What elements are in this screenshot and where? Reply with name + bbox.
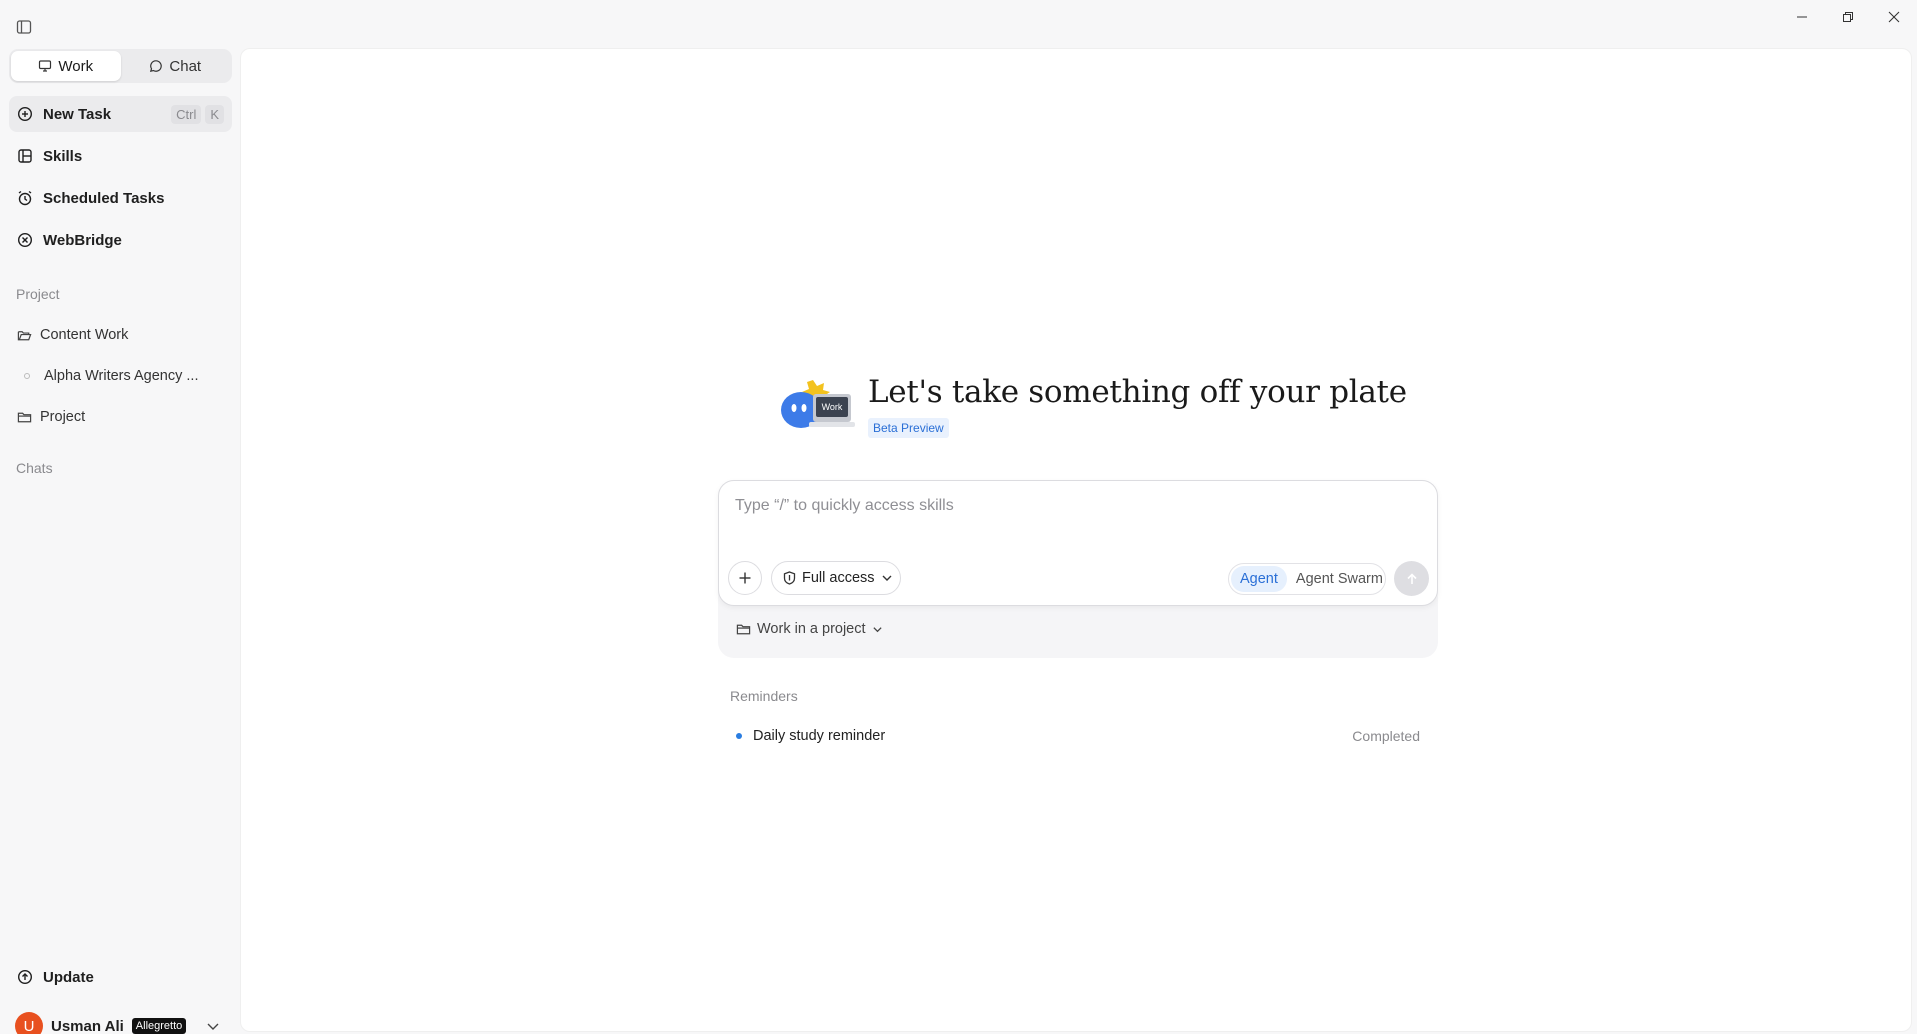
reminder-item[interactable]: Daily study reminder Completed <box>730 721 1430 751</box>
task-input[interactable] <box>735 493 1415 519</box>
user-menu[interactable]: U Usman Ali Allegretto <box>9 1006 232 1034</box>
alarm-clock-icon <box>18 190 32 206</box>
plus-icon <box>739 572 751 584</box>
tab-work[interactable]: Work <box>11 51 121 81</box>
monitor-icon <box>39 60 52 72</box>
project-item-label: Content Work <box>40 327 129 343</box>
mode-agent-swarm[interactable]: Agent Swarm <box>1287 566 1392 592</box>
project-item-alpha-writers[interactable]: Alpha Writers Agency ... <box>9 360 232 392</box>
close-button[interactable] <box>1871 0 1917 34</box>
scheduled-tasks-label: Scheduled Tasks <box>43 189 165 207</box>
beta-badge: Beta Preview <box>868 418 949 438</box>
webbridge-icon <box>17 232 33 248</box>
reminder-status: Completed <box>1352 728 1420 744</box>
skills-label: Skills <box>43 147 83 165</box>
sidebar-item-webbridge[interactable]: WebBridge <box>9 222 232 258</box>
new-task-label: New Task <box>43 105 112 123</box>
attach-button[interactable] <box>728 561 762 595</box>
work-mascot-icon: Work <box>781 380 855 428</box>
sidebar-panel-icon <box>16 20 32 34</box>
project-item-label: Alpha Writers Agency ... <box>44 368 199 384</box>
restore-icon <box>1843 12 1853 22</box>
folder-icon <box>736 624 751 634</box>
user-name: Usman Ali <box>51 1017 124 1034</box>
mode-agent[interactable]: Agent <box>1231 566 1287 592</box>
folder-icon <box>17 412 32 422</box>
chevron-down-icon <box>882 575 892 581</box>
tab-chat-label: Chat <box>169 57 202 75</box>
project-selector[interactable]: Work in a project <box>736 621 883 637</box>
agent-mode-switch: Agent Agent Swarm <box>1228 563 1386 595</box>
reminders-heading: Reminders <box>730 688 798 704</box>
avatar: U <box>15 1012 43 1034</box>
reminder-title: Daily study reminder <box>753 728 886 744</box>
upload-circle-icon <box>17 969 33 985</box>
project-item-project[interactable]: Project <box>9 401 232 433</box>
page-title: Let's take something off your plate <box>868 374 1407 410</box>
mascot-label: Work <box>822 402 843 412</box>
update-button[interactable]: Update <box>9 959 232 995</box>
shortcut-key-ctrl: Ctrl <box>171 104 202 124</box>
tab-chat[interactable]: Chat <box>121 51 231 81</box>
chevron-down-icon <box>207 1023 219 1030</box>
sidebar-toggle-button[interactable] <box>14 17 34 37</box>
mode-toggle: Work Chat <box>9 49 232 83</box>
status-dot-icon <box>736 733 742 739</box>
project-item-label: Project <box>40 409 86 425</box>
shortcut-key-k: K <box>205 104 224 124</box>
project-item-content-work[interactable]: Content Work <box>9 319 232 351</box>
shortcut-hint: Ctrl K <box>171 104 224 124</box>
update-label: Update <box>43 968 94 986</box>
close-icon <box>1888 11 1900 23</box>
plus-circle-icon <box>17 106 33 122</box>
webbridge-label: WebBridge <box>43 231 122 249</box>
sidebar: Work Chat New Task Ctrl K Skills Schedul… <box>0 40 240 1034</box>
new-task-button[interactable]: New Task Ctrl K <box>9 96 232 132</box>
arrow-up-icon <box>1406 572 1417 584</box>
window-controls <box>1779 0 1917 34</box>
composer-container: Full access Agent Agent Swarm Work in a … <box>718 480 1438 658</box>
access-label: Full access <box>802 570 875 586</box>
plan-badge: Allegretto <box>131 1018 187 1034</box>
send-button[interactable] <box>1394 561 1429 596</box>
chats-section-label: Chats <box>16 460 53 476</box>
restore-button[interactable] <box>1825 0 1871 34</box>
main-panel: Work Let's take something off your plate… <box>240 48 1912 1032</box>
tab-work-label: Work <box>58 57 94 75</box>
minimize-button[interactable] <box>1779 0 1825 34</box>
folder-open-icon <box>17 330 32 340</box>
project-section-label: Project <box>16 286 60 302</box>
dot-icon <box>24 373 30 379</box>
access-dropdown[interactable]: Full access <box>771 561 901 595</box>
chat-bubble-icon <box>150 60 163 73</box>
project-selector-label: Work in a project <box>757 621 866 637</box>
shield-icon <box>783 571 796 585</box>
composer: Full access Agent Agent Swarm <box>718 480 1438 606</box>
skills-icon <box>18 149 32 163</box>
hero: Work Let's take something off your plate… <box>775 374 1407 464</box>
sidebar-item-skills[interactable]: Skills <box>9 138 232 174</box>
sidebar-item-scheduled-tasks[interactable]: Scheduled Tasks <box>9 180 232 216</box>
chevron-down-icon <box>872 626 882 632</box>
minimize-icon <box>1797 16 1807 18</box>
